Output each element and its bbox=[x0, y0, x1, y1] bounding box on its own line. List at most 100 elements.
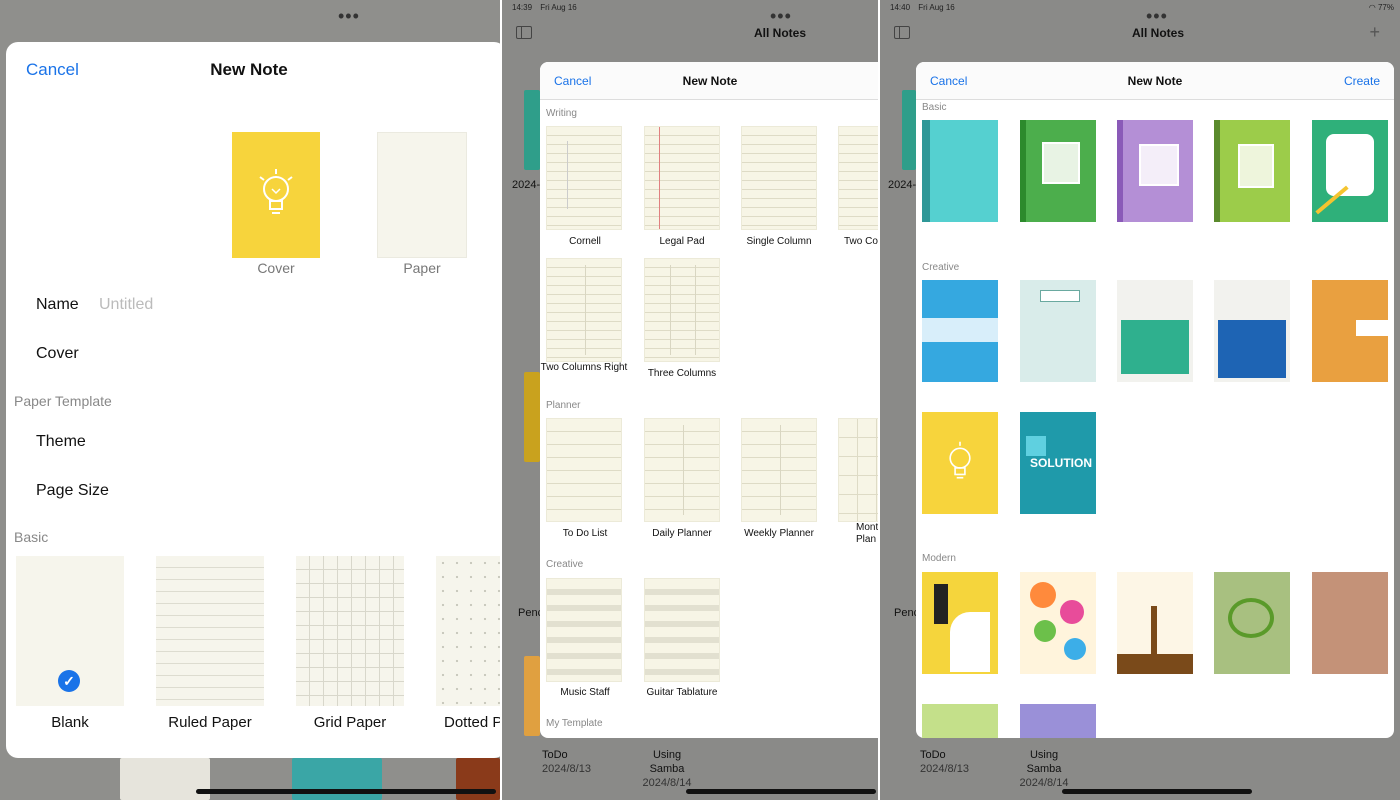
cover-preview-label: Cover bbox=[257, 260, 295, 276]
paper-template-header: Paper Template bbox=[14, 393, 112, 409]
cover-basic-purple[interactable] bbox=[1117, 120, 1193, 222]
sidebar-toggle-icon[interactable] bbox=[894, 26, 910, 39]
cover-row[interactable]: Cover bbox=[36, 345, 79, 363]
puzzle-icon bbox=[1026, 436, 1046, 456]
bg-note-todo[interactable]: ToDo 2024/8/13 bbox=[920, 748, 969, 776]
cover-basic-notepad[interactable] bbox=[1312, 120, 1388, 222]
home-indicator[interactable] bbox=[1062, 789, 1252, 794]
template-label: Three Columns bbox=[647, 368, 717, 379]
template-label: Cornell bbox=[569, 236, 601, 247]
basic-header: Basic bbox=[922, 102, 947, 113]
bg-note-date: 2024/8/14 bbox=[1019, 777, 1069, 789]
planner-header: Planner bbox=[546, 400, 581, 411]
status-battery: ◠ 77% bbox=[1369, 3, 1394, 12]
template-label: Two Co bbox=[844, 236, 878, 247]
bg-note-title: ToDo bbox=[542, 749, 568, 761]
bg-note-title: Using Samba bbox=[649, 749, 685, 775]
wifi-icon: ◠ bbox=[1368, 3, 1376, 12]
cover-creative-chalkboard-green[interactable] bbox=[1117, 280, 1193, 382]
template-monthly-planner[interactable] bbox=[838, 418, 878, 522]
flower-shape bbox=[1064, 638, 1086, 660]
name-input[interactable]: Untitled bbox=[99, 296, 153, 314]
template-todo-list[interactable] bbox=[546, 418, 622, 522]
bg-title: All Notes bbox=[1132, 26, 1185, 40]
cover-creative-blue[interactable] bbox=[922, 280, 998, 382]
template-cornell[interactable] bbox=[546, 126, 622, 230]
template-single-column[interactable] bbox=[741, 126, 817, 230]
bg-note-date: 2024/8/13 bbox=[920, 763, 969, 775]
cover-modern-flowers[interactable] bbox=[1020, 572, 1096, 674]
paper-preview[interactable] bbox=[377, 132, 467, 258]
creative-header: Creative bbox=[922, 262, 960, 273]
cover-basic-green[interactable] bbox=[1020, 120, 1096, 222]
panel-new-note-options: ••• Cancel New Note Cover Paper Name Unt… bbox=[0, 0, 500, 800]
template-three-columns[interactable] bbox=[644, 258, 720, 362]
create-button[interactable]: Create bbox=[1344, 74, 1380, 88]
bg-title: All Notes bbox=[754, 26, 807, 40]
template-legal-pad[interactable] bbox=[644, 126, 720, 230]
status-date: Fri Aug 16 bbox=[918, 3, 955, 12]
status-date: Fri Aug 16 bbox=[540, 3, 577, 12]
cover-label-box bbox=[1238, 144, 1274, 188]
bg-note-samba[interactable]: Using Samba 2024/8/14 bbox=[635, 748, 699, 790]
add-note-icon[interactable]: + bbox=[1369, 22, 1380, 43]
template-guitar-tablature[interactable] bbox=[644, 578, 720, 682]
template-label: Two Columns Right bbox=[540, 362, 628, 373]
cover-label-box bbox=[1042, 142, 1080, 184]
cover-creative-lightbulb[interactable] bbox=[922, 412, 998, 514]
cover-paper-shape bbox=[1326, 134, 1374, 196]
home-indicator[interactable] bbox=[686, 789, 876, 794]
template-label: Legal Pad bbox=[659, 236, 705, 247]
sheet-title: New Note bbox=[1127, 74, 1183, 88]
bg-note-thumb bbox=[524, 656, 540, 736]
paper-blank-label: Blank bbox=[51, 714, 89, 731]
panel-cover-selection: 14:40 Fri Aug 16 ◠ 77% ••• All Notes + 2… bbox=[878, 0, 1400, 800]
cover-modern-yellow[interactable] bbox=[922, 572, 998, 674]
cover-basic-lime[interactable] bbox=[1214, 120, 1290, 222]
tree-trunk bbox=[1151, 606, 1157, 656]
template-weekly-planner[interactable] bbox=[741, 418, 817, 522]
template-two-columns-right[interactable] bbox=[546, 258, 622, 362]
template-daily-planner[interactable] bbox=[644, 418, 720, 522]
bg-note-samba[interactable]: Using Samba 2024/8/14 bbox=[1012, 748, 1076, 790]
page-size-row[interactable]: Page Size bbox=[36, 482, 109, 500]
wreath-shape bbox=[1228, 598, 1274, 638]
status-bar: 14:40 Fri Aug 16 bbox=[890, 3, 961, 12]
sidebar-toggle-icon[interactable] bbox=[516, 26, 532, 39]
multitask-dots-icon[interactable]: ••• bbox=[338, 6, 360, 27]
paper-preview-label: Paper bbox=[403, 260, 441, 276]
multitask-dots-icon[interactable]: ••• bbox=[1146, 6, 1168, 27]
my-template-header: My Template bbox=[546, 718, 603, 729]
paper-grid[interactable] bbox=[296, 556, 404, 706]
chalkboard-shape bbox=[1218, 320, 1286, 378]
sheet-header: Cancel New Note bbox=[540, 62, 878, 100]
cover-modern-lightgreen[interactable] bbox=[922, 704, 998, 738]
paper-ruled[interactable] bbox=[156, 556, 264, 706]
paper-dotted[interactable] bbox=[436, 556, 500, 706]
cover-creative-orange[interactable] bbox=[1312, 280, 1388, 382]
template-two-columns[interactable] bbox=[838, 126, 878, 230]
bg-note-todo[interactable]: ToDo 2024/8/13 bbox=[542, 748, 591, 776]
template-label: Mont Plan bbox=[856, 522, 878, 545]
cover-creative-chalkboard-blue[interactable] bbox=[1214, 280, 1290, 382]
template-music-staff[interactable] bbox=[546, 578, 622, 682]
cover-shape bbox=[934, 584, 948, 624]
theme-row[interactable]: Theme bbox=[36, 433, 86, 451]
cover-modern-wreath[interactable] bbox=[1214, 572, 1290, 674]
cover-sheet: Cancel New Note Create Basic Creative SO… bbox=[916, 62, 1394, 738]
cover-creative-terrazzo[interactable] bbox=[1020, 280, 1096, 382]
cover-creative-solution[interactable]: SOLUTION bbox=[1020, 412, 1096, 514]
template-label: Weekly Planner bbox=[744, 528, 814, 539]
multitask-dots-icon[interactable]: ••• bbox=[770, 6, 792, 27]
cover-basic-teal[interactable] bbox=[922, 120, 998, 222]
home-indicator[interactable] bbox=[196, 789, 496, 794]
cover-modern-lavender[interactable] bbox=[1020, 704, 1096, 738]
solution-text: SOLUTION bbox=[1030, 456, 1092, 470]
tree-ground bbox=[1117, 654, 1193, 674]
bg-note-date: 2024/8/14 bbox=[642, 777, 692, 789]
cover-preview[interactable] bbox=[232, 132, 320, 258]
cover-modern-rose[interactable] bbox=[1312, 572, 1388, 674]
lightbulb-icon bbox=[949, 441, 971, 479]
cover-modern-tree[interactable] bbox=[1117, 572, 1193, 674]
sheet-title: New Note bbox=[210, 60, 288, 79]
